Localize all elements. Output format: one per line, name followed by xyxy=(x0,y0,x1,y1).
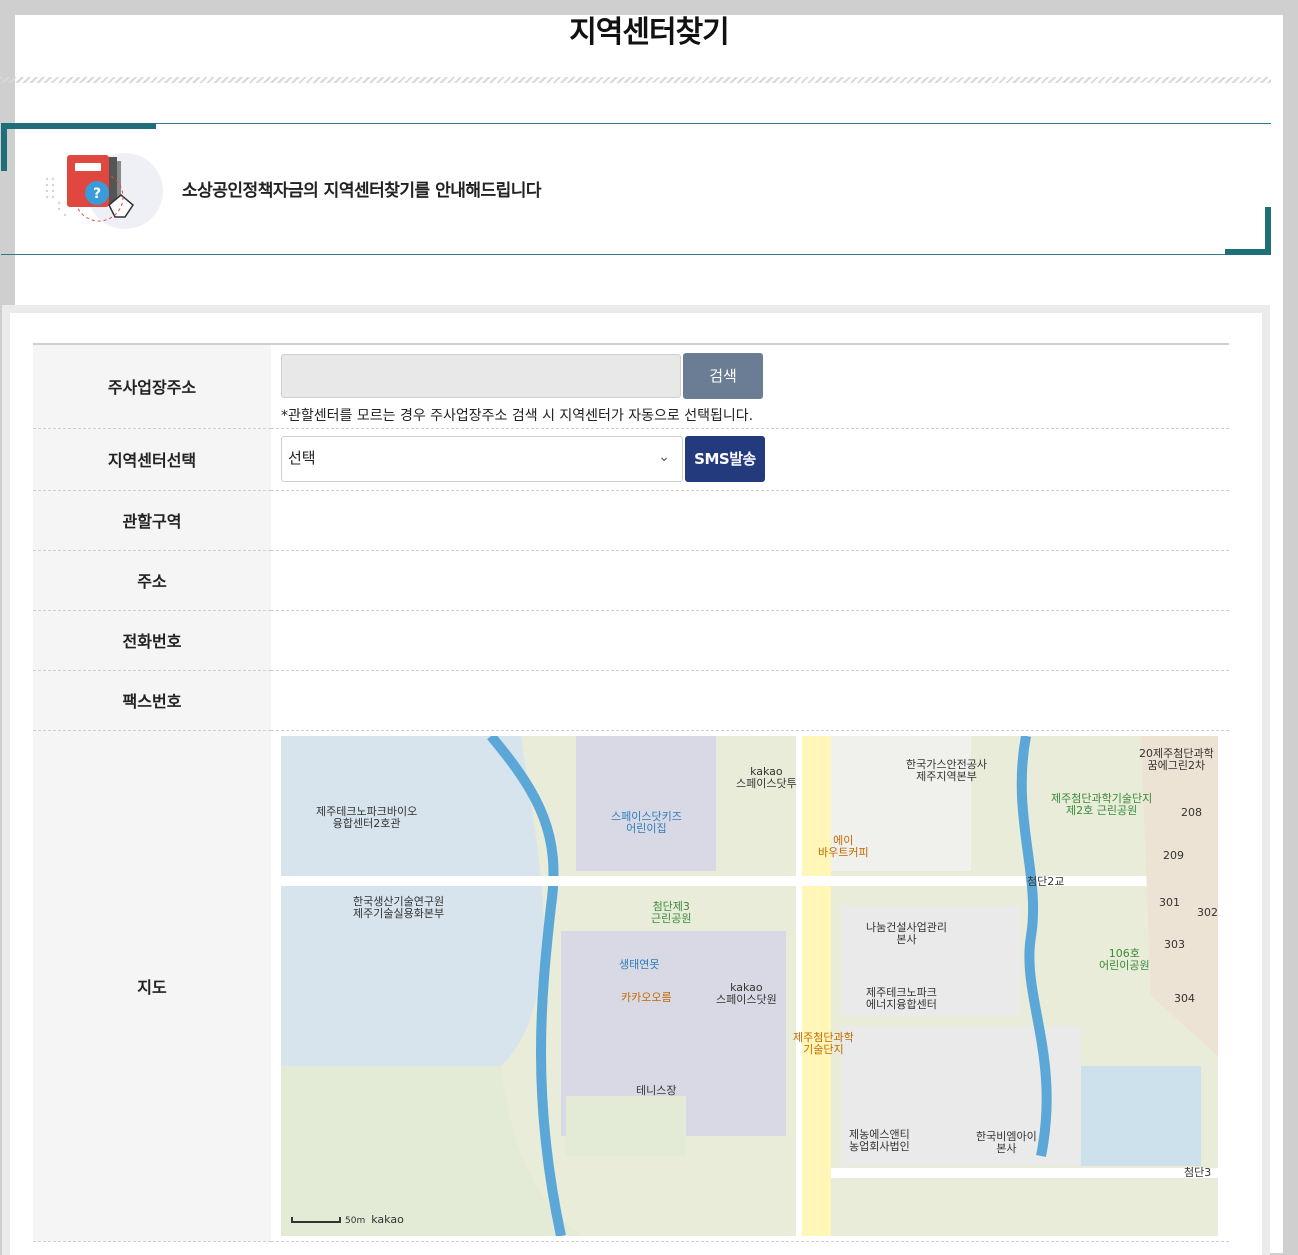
map-label-ecopond: 생태연못 xyxy=(619,957,660,971)
row-fax: 팩스번호 xyxy=(33,670,1229,731)
intro-description: 소상공인정책자금의 지역센터찾기를 안내해드립니다 xyxy=(182,181,542,201)
map-label-208: 208 xyxy=(1181,805,1202,819)
address-label: 주사업장주소 xyxy=(33,343,271,429)
phone-value xyxy=(271,610,1229,671)
map-label-aybout: 에이 바우트커피 xyxy=(818,833,869,859)
map-label-kids106: 106호 어린이공원 xyxy=(1099,946,1150,972)
phone-label: 전화번호 xyxy=(33,610,271,671)
corner-accent xyxy=(1,123,7,171)
row-addr: 주소 xyxy=(33,550,1229,611)
map-label-kitech: 한국생산기술연구원 제주기술실용화본부 xyxy=(353,894,445,920)
map-label-techpark2: 제주첨단과학기술단지 제2호 근린공원 xyxy=(1051,791,1153,817)
row-jurisdiction: 관할구역 xyxy=(33,490,1229,551)
sms-button[interactable]: SMS발송 xyxy=(685,436,765,482)
fax-label: 팩스번호 xyxy=(33,670,271,731)
map-label-209: 209 xyxy=(1163,848,1184,862)
content-inner: 주사업장주소 검색 *관할센터를 모르는 경우 주사업장주소 검색 시 지역센터… xyxy=(10,313,1262,1255)
intro-box: ? 소상공인정책자금의 지역센터찾기를 안내해드립니다 xyxy=(1,123,1271,255)
map-label: 지도 xyxy=(33,730,271,1242)
map-scale: 50m kakao xyxy=(291,1213,404,1226)
row-map: 지도 제주테크노파크바이오 융합센터2호관 kakao 스페이스닷투 한국가스안… xyxy=(33,730,1229,1242)
jurisdiction-value xyxy=(271,490,1229,551)
row-address: 주사업장주소 검색 *관할센터를 모르는 경우 주사업장주소 검색 시 지역센터… xyxy=(33,343,1229,429)
divider xyxy=(0,77,1271,83)
map-brand: kakao xyxy=(371,1212,404,1226)
row-phone: 전화번호 xyxy=(33,610,1229,671)
map-label-bridge: 첨단2교 xyxy=(1027,874,1065,888)
addr-value xyxy=(271,550,1229,611)
map-label-park3: 첨단제3 근린공원 xyxy=(651,899,692,925)
map-label-cheomdan-park: 20제주첨단과학 꿈에그린2차 xyxy=(1139,746,1214,772)
map-label-tennis: 테니스장 xyxy=(636,1083,677,1097)
scale-bar xyxy=(291,1216,341,1223)
map-label-bmi: 한국비엠아이 본사 xyxy=(976,1129,1037,1155)
addr-label: 주소 xyxy=(33,550,271,611)
map-view[interactable]: 제주테크노파크바이오 융합센터2호관 kakao 스페이스닷투 한국가스안전공사… xyxy=(281,735,1218,1236)
address-note: *관할센터를 모르는 경우 주사업장주소 검색 시 지역센터가 자동으로 선택됩… xyxy=(281,408,754,425)
search-button[interactable]: 검색 xyxy=(683,353,763,400)
svg-text:?: ? xyxy=(93,186,101,202)
map-label-bio: 제주테크노파크바이오 융합센터2호관 xyxy=(316,804,418,830)
content-panel: 주사업장주소 검색 *관할센터를 모르는 경우 주사업장주소 검색 시 지역센터… xyxy=(2,305,1270,1255)
center-label: 지역센터선택 xyxy=(33,428,271,491)
map-label-303: 303 xyxy=(1164,937,1185,951)
map-label-301: 301 xyxy=(1159,895,1180,909)
corner-accent xyxy=(1,123,156,129)
map-label-304: 304 xyxy=(1174,991,1195,1005)
page-title: 지역센터찾기 xyxy=(569,15,730,50)
map-label-gas: 한국가스안전공사 제주지역본부 xyxy=(906,757,987,783)
scale-label: 50m xyxy=(345,1215,366,1226)
page-frame: 지역센터찾기 ? 소상공인정책자금의 지역센터찾기를 안내해드립니다 주사업장주… xyxy=(0,15,1283,1255)
map-label-kids: 스페이스닷키즈 어린이집 xyxy=(611,809,682,835)
map-label-kakao-one: kakao 스페이스닷원 xyxy=(716,980,777,1006)
fax-value xyxy=(271,670,1229,731)
map-label-kakao-orum: 카카오오름 xyxy=(621,990,672,1004)
corner-accent xyxy=(1265,207,1271,255)
center-form: 주사업장주소 검색 *관할센터를 모르는 경우 주사업장주소 검색 시 지역센터… xyxy=(33,343,1229,1242)
map-label-cheomdan3: 첨단3 xyxy=(1184,1165,1212,1179)
address-input[interactable] xyxy=(281,354,681,399)
chevron-down-icon: ⌄ xyxy=(658,449,670,465)
center-select-value: 선택 xyxy=(288,449,316,467)
map-label-nongup: 제농에스앤티 농업회사법인 xyxy=(849,1127,910,1153)
map-label-302: 302 xyxy=(1197,905,1218,919)
help-book-icon: ? xyxy=(45,153,163,229)
map-label-kakao-two: kakao 스페이스닷투 xyxy=(736,764,797,790)
map-label-energy: 제주테크노파크 에너지융합센터 xyxy=(866,985,937,1011)
center-select[interactable]: 선택 ⌄ xyxy=(281,436,683,482)
map-label-nanum: 나눔건설사업관리 본사 xyxy=(866,920,947,946)
map-label-science: 제주첨단과학 기술단지 xyxy=(793,1030,854,1056)
row-center: 지역센터선택 선택 ⌄ SMS발송 xyxy=(33,428,1229,491)
jurisdiction-label: 관할구역 xyxy=(33,490,271,551)
